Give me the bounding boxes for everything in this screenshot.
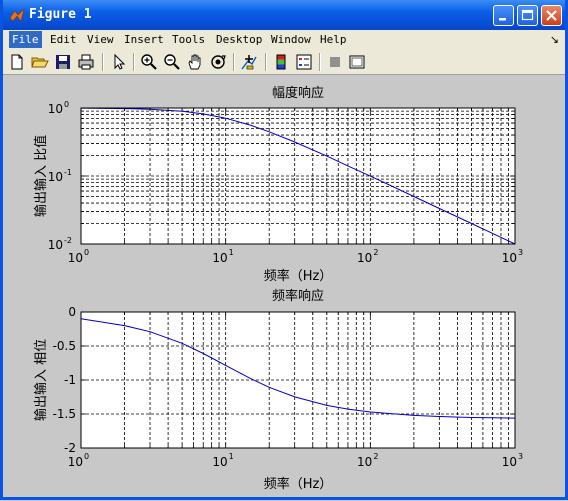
- magnitude-ylabel: 输出输入 比值: [33, 135, 49, 217]
- toolbar-separator: [319, 53, 321, 71]
- magnitude-axes[interactable]: 10 -210 -110 010 0 10 1 10 2 10 3 幅度响应 频率（Hz） 输出输入…: [33, 85, 523, 284]
- minimize-button[interactable]: [493, 5, 514, 26]
- matlab-logo-icon: [9, 8, 25, 22]
- phase-xlabel: 频率（Hz）: [264, 476, 333, 492]
- magnitude-title: 幅度响应: [272, 85, 324, 101]
- hide-plot-tools-icon[interactable]: [326, 53, 344, 71]
- menu-desktop[interactable]: Desktop: [216, 33, 262, 46]
- y-tick-label: 10: [48, 170, 63, 184]
- zoom-out-icon[interactable]: [163, 53, 181, 71]
- menu-view[interactable]: View: [87, 33, 114, 46]
- maximize-button[interactable]: [517, 5, 538, 26]
- data-cursor-icon[interactable]: [240, 53, 258, 71]
- y-tick-label: 0: [68, 305, 76, 319]
- x-tick-label: 10: [68, 455, 83, 469]
- x-tick-label: 10: [212, 251, 227, 265]
- y-tick-label: -1.5: [53, 407, 76, 421]
- menu-overflow-arrow[interactable]: ↘: [550, 33, 559, 46]
- y-tick-label: -0.5: [53, 339, 76, 353]
- colorbar-icon[interactable]: [272, 53, 290, 71]
- x-tick-label: 10: [212, 455, 227, 469]
- y-tick-label: 10: [48, 238, 63, 252]
- menu-window[interactable]: Window: [271, 33, 311, 46]
- menu-edit[interactable]: Edit: [50, 33, 77, 46]
- phase-axes[interactable]: 0-0.5-1-1.5-210 0 10 1 10 2 10 3 频率响应 频率（Hz） 输出…: [33, 288, 523, 492]
- x-tick-label: 10: [357, 455, 372, 469]
- zoom-in-icon[interactable]: [140, 53, 158, 71]
- y-tick-exponent: 0: [64, 100, 69, 109]
- y-tick-exponent: -2: [64, 236, 72, 245]
- x-tick-exponent: 0: [84, 452, 89, 461]
- x-tick-exponent: 1: [229, 452, 234, 461]
- magnitude-xlabel: 频率（Hz）: [264, 268, 333, 284]
- y-tick-label: -1: [64, 373, 76, 387]
- legend-icon[interactable]: [295, 53, 313, 71]
- menu-help[interactable]: Help: [320, 33, 347, 46]
- x-tick-exponent: 3: [518, 452, 523, 461]
- x-tick-label: 10: [357, 251, 372, 265]
- toolbar-separator: [102, 53, 104, 71]
- toolbar-separator: [265, 53, 267, 71]
- menu-bar: File Edit View Insert Tools Desktop Wind…: [3, 30, 565, 50]
- toolbar: [3, 50, 565, 75]
- close-icon: [546, 10, 557, 21]
- menu-insert[interactable]: Insert: [124, 33, 164, 46]
- new-file-icon[interactable]: [8, 53, 26, 71]
- maximize-icon: [521, 9, 534, 21]
- toolbar-separator: [133, 53, 135, 71]
- phase-ylabel: 输出输入 相位: [33, 339, 49, 421]
- rotate-3d-icon[interactable]: [209, 53, 227, 71]
- y-tick-label: 10: [48, 102, 63, 116]
- plots-svg[interactable]: 10 -210 -110 010 0 10 1 10 2 10 3 幅度响应 频率（Hz） 输出输入…: [3, 75, 565, 497]
- print-icon[interactable]: [77, 53, 95, 71]
- menu-file[interactable]: File: [9, 31, 42, 48]
- title-bar[interactable]: Figure 1: [3, 0, 565, 30]
- pointer-arrow-icon[interactable]: [110, 53, 128, 71]
- figure-canvas[interactable]: 10 -2 10 -1 10 0 10 0 10 1 10 2 10 3 幅度响应 频率（Hz） 输出输入…: [3, 75, 565, 497]
- x-tick-label: 10: [68, 251, 83, 265]
- y-tick-exponent: -1: [64, 168, 72, 177]
- x-tick-exponent: 0: [84, 248, 89, 257]
- y-tick-label: -2: [64, 441, 76, 455]
- x-tick-label: 10: [502, 455, 517, 469]
- x-tick-exponent: 1: [229, 248, 234, 257]
- open-folder-icon[interactable]: [31, 53, 49, 71]
- pan-hand-icon[interactable]: [186, 53, 204, 71]
- save-icon[interactable]: [54, 53, 72, 71]
- x-tick-label: 10: [502, 251, 517, 265]
- x-tick-exponent: 3: [518, 248, 523, 257]
- show-plot-tools-icon[interactable]: [348, 53, 366, 71]
- figure-window: Figure 1 File Edit View Insert Tools Des…: [0, 0, 568, 500]
- x-tick-exponent: 2: [373, 248, 378, 257]
- toolbar-separator: [233, 53, 235, 71]
- phase-title: 频率响应: [272, 288, 324, 304]
- close-button[interactable]: [541, 5, 562, 26]
- minimize-icon: [499, 18, 506, 21]
- window-title: Figure 1: [29, 7, 92, 22]
- menu-tools[interactable]: Tools: [172, 33, 205, 46]
- x-tick-exponent: 2: [373, 452, 378, 461]
